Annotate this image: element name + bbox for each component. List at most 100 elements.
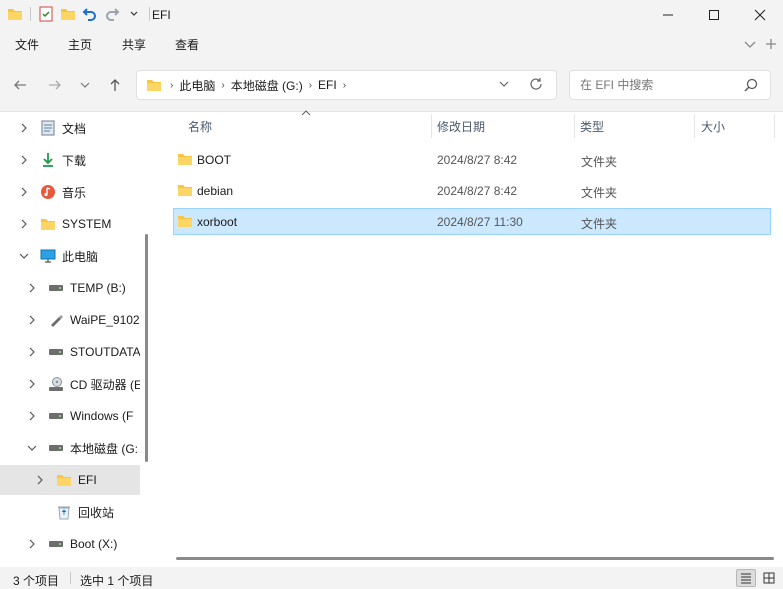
column-header-size[interactable]: 大小 <box>701 112 725 140</box>
undo-icon[interactable] <box>81 5 99 23</box>
sidebar-item-label: Windows (F <box>70 409 134 423</box>
column-divider[interactable] <box>774 114 775 138</box>
column-divider[interactable] <box>694 114 695 138</box>
sidebar-item-documents[interactable]: 文档 <box>0 113 140 143</box>
cd-drive-icon <box>48 376 64 392</box>
sidebar-item-system[interactable]: SYSTEM <box>0 209 140 239</box>
title-bar: EFI <box>0 0 783 30</box>
refresh-button[interactable] <box>529 77 543 91</box>
folder-icon <box>177 214 193 228</box>
sidebar-item-recycle-bin[interactable]: 回收站 <box>0 497 140 527</box>
sidebar-item-label: STOUTDATA <box>70 345 140 359</box>
search-box[interactable] <box>569 70 771 100</box>
tab-view[interactable]: 查看 <box>175 36 199 53</box>
sidebar-item-windows-drive[interactable]: Windows (F <box>0 401 140 431</box>
tab-file[interactable]: 文件 <box>15 36 39 53</box>
chevron-down-icon <box>744 41 756 48</box>
arrow-right-icon <box>49 80 61 90</box>
downloads-icon <box>40 152 56 168</box>
file-type: 文件夹 <box>581 155 618 169</box>
column-header-type[interactable]: 类型 <box>580 112 604 140</box>
address-history-dropdown[interactable] <box>499 79 509 89</box>
chevron-right-icon[interactable] <box>18 218 30 230</box>
file-name: xorboot <box>197 215 238 229</box>
chevron-right-icon[interactable] <box>26 410 38 422</box>
sidebar-scrollbar[interactable] <box>145 234 148 462</box>
breadcrumb-chevron-icon[interactable]: › <box>170 80 173 91</box>
sidebar-item-downloads[interactable]: 下载 <box>0 145 140 175</box>
sidebar-item-music[interactable]: 音乐 <box>0 177 140 207</box>
chevron-right-icon[interactable] <box>26 314 38 326</box>
sidebar-item-temp-drive[interactable]: TEMP (B:) <box>0 273 140 303</box>
sidebar-item-label: EFI <box>78 473 97 487</box>
file-type: 文件夹 <box>581 186 618 200</box>
expand-ribbon-button[interactable] <box>740 34 760 54</box>
customize-toolbar-chevron-icon[interactable] <box>125 5 143 23</box>
sidebar-item-waipe-drive[interactable]: WaiPE_9102 <box>0 305 140 335</box>
arrow-left-icon <box>14 80 26 90</box>
address-bar[interactable]: › 此电脑 › 本地磁盘 (G:) › EFI › <box>136 70 557 100</box>
column-header-name[interactable]: 名称 <box>188 112 212 140</box>
sidebar-item-stoutdata-drive[interactable]: STOUTDATA <box>0 337 140 367</box>
usb-drive-icon <box>48 312 64 328</box>
arrow-up-icon <box>110 79 120 91</box>
close-button[interactable] <box>737 0 783 30</box>
this-pc-icon <box>40 248 56 264</box>
breadcrumb-efi[interactable]: EFI <box>318 78 337 92</box>
file-type: 文件夹 <box>581 217 618 231</box>
properties-icon[interactable] <box>37 5 55 23</box>
chevron-right-icon[interactable] <box>18 154 30 166</box>
back-button[interactable] <box>8 74 32 96</box>
breadcrumb-this-pc[interactable]: 此电脑 <box>179 77 215 94</box>
column-header-modified[interactable]: 修改日期 <box>437 112 485 140</box>
breadcrumb-local-disk-g[interactable]: 本地磁盘 (G:) <box>231 77 303 94</box>
address-row: › 此电脑 › 本地磁盘 (G:) › EFI › <box>0 58 783 112</box>
chevron-down-icon[interactable] <box>18 250 30 262</box>
large-icons-view-button[interactable] <box>759 569 779 587</box>
breadcrumb-chevron-icon[interactable]: › <box>309 80 312 91</box>
sidebar-item-local-disk-g[interactable]: 本地磁盘 (G: <box>0 433 140 463</box>
new-folder-icon[interactable] <box>59 5 77 23</box>
folder-icon <box>177 152 193 166</box>
chevron-right-icon[interactable] <box>26 378 38 390</box>
breadcrumb-chevron-icon[interactable]: › <box>221 80 224 91</box>
horizontal-scrollbar[interactable] <box>176 557 774 560</box>
chevron-right-icon[interactable] <box>26 282 38 294</box>
chevron-right-icon[interactable] <box>18 186 30 198</box>
file-row-debian[interactable]: debian 2024/8/27 8:42 文件夹 <box>173 177 771 204</box>
chevron-right-icon[interactable] <box>34 474 46 486</box>
navigation-pane: 文档 下载 音乐 SYSTEM 此电脑 TEMP (B:) WaiPE_9102 <box>0 112 152 567</box>
large-icons-view-icon <box>763 572 775 584</box>
chevron-right-icon[interactable] <box>18 122 30 134</box>
help-add-button[interactable] <box>761 34 781 54</box>
chevron-down-icon[interactable] <box>26 442 38 454</box>
sidebar-item-boot-drive[interactable]: Boot (X:) <box>0 529 140 559</box>
file-row-boot[interactable]: BOOT 2024/8/27 8:42 文件夹 <box>173 146 771 173</box>
details-view-button[interactable] <box>736 569 756 587</box>
column-divider[interactable] <box>574 114 575 138</box>
tab-home[interactable]: 主页 <box>68 36 92 53</box>
chevron-right-icon[interactable] <box>26 538 38 550</box>
chevron-right-icon[interactable] <box>26 346 38 358</box>
music-icon <box>40 184 56 200</box>
forward-button[interactable] <box>43 74 67 96</box>
redo-icon[interactable] <box>103 5 121 23</box>
selected-count: 选中 1 个项目 <box>80 574 154 588</box>
quick-access-toolbar <box>6 5 152 23</box>
sidebar-item-this-pc[interactable]: 此电脑 <box>0 241 140 271</box>
file-row-xorboot[interactable]: xorboot 2024/8/27 11:30 文件夹 <box>173 208 771 235</box>
recent-locations-button[interactable] <box>73 74 97 96</box>
up-button[interactable] <box>103 74 127 96</box>
tab-share[interactable]: 共享 <box>122 36 146 53</box>
minimize-button[interactable] <box>645 0 691 30</box>
sidebar-item-efi[interactable]: EFI <box>0 465 140 495</box>
maximize-button[interactable] <box>691 0 737 30</box>
breadcrumb-chevron-icon[interactable]: › <box>343 80 346 91</box>
search-icon[interactable] <box>744 78 758 92</box>
column-divider[interactable] <box>431 114 432 138</box>
close-icon <box>754 9 766 21</box>
folder-icon <box>177 183 193 197</box>
search-input[interactable] <box>580 78 730 92</box>
folder-icon <box>56 472 72 488</box>
sidebar-item-cd-drive[interactable]: CD 驱动器 (E <box>0 369 140 399</box>
